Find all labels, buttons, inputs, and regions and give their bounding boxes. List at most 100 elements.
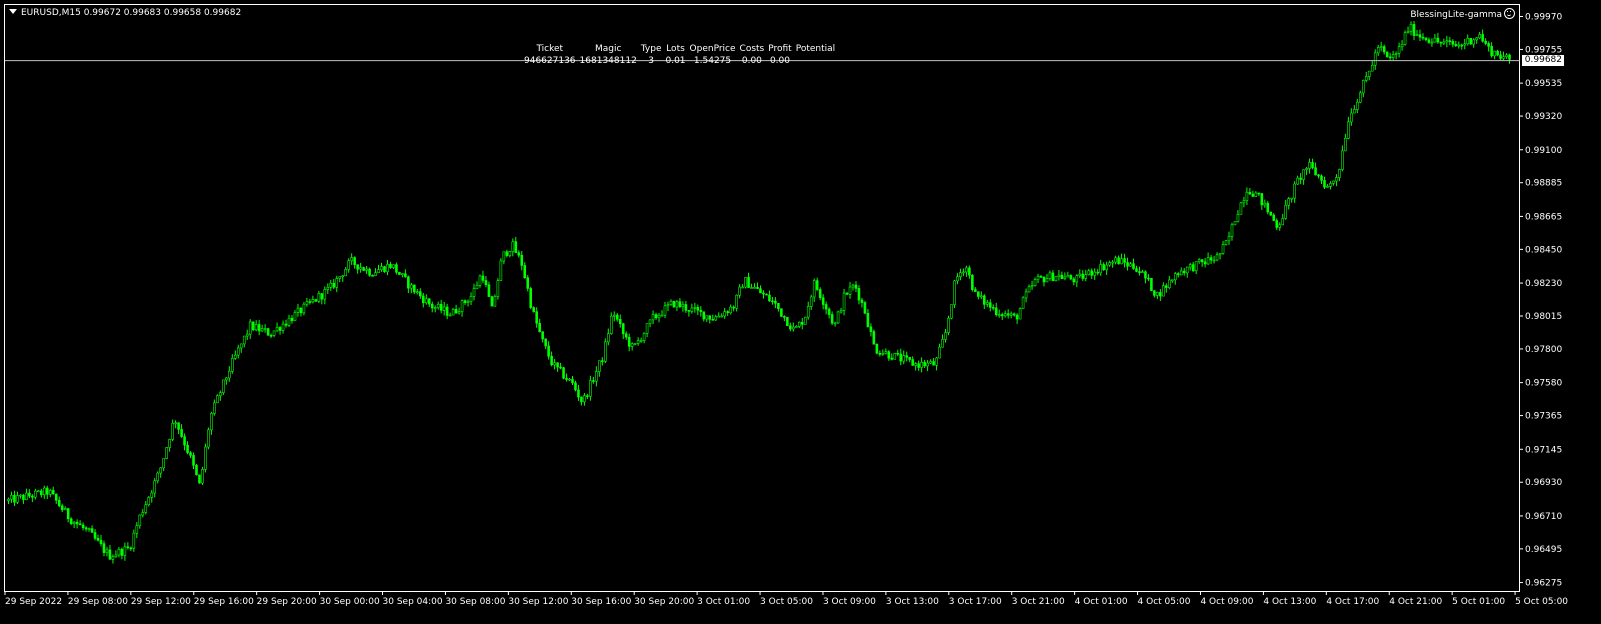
candle (1105, 261, 1108, 275)
candle-body (260, 328, 264, 332)
candle-body (317, 293, 321, 302)
time-tick-label: 3 Oct 09:00 (823, 597, 876, 607)
candle-body (424, 298, 428, 304)
candle (1230, 222, 1234, 241)
candle-body (1054, 276, 1058, 282)
chart-canvas[interactable]: 0.999700.997550.995350.993200.991000.988… (0, 0, 1601, 624)
candle-body (242, 335, 246, 345)
chart-header: EURUSD,M15 0.99672 0.99683 0.99658 0.996… (9, 8, 241, 18)
candle-body (22, 494, 25, 500)
candle-body (1024, 291, 1028, 299)
candle (1472, 38, 1475, 48)
dropdown-triangle-icon[interactable] (9, 9, 17, 14)
candle (762, 290, 765, 299)
candle-body (371, 275, 374, 277)
candle (356, 264, 359, 274)
candle-body (744, 277, 747, 288)
candle-body (830, 314, 834, 324)
candle-body (445, 306, 449, 316)
candle (1466, 34, 1470, 46)
candle-body (284, 323, 288, 326)
candle-body (362, 267, 365, 271)
candle-body (484, 280, 488, 286)
candle (726, 310, 729, 316)
candle (1138, 266, 1141, 276)
candle (1257, 192, 1261, 197)
candle-body (177, 422, 180, 430)
candle (1051, 270, 1055, 282)
candle (1069, 274, 1073, 281)
candle (1418, 29, 1422, 42)
candle-body (1391, 54, 1395, 58)
candle-body (612, 314, 616, 317)
candle-body (1421, 36, 1425, 39)
candle (1305, 166, 1308, 176)
candle-body (753, 287, 756, 289)
candle-body (57, 499, 61, 507)
candle (866, 309, 870, 328)
candle (1391, 50, 1395, 61)
time-tick-label: 29 Sep 16:00 (194, 597, 254, 607)
candle (651, 310, 655, 325)
candle-body (1326, 186, 1329, 188)
candle-body (1290, 197, 1293, 200)
expert-advisor-label[interactable]: BlessingLite-gamma (1410, 8, 1515, 20)
candle (31, 494, 34, 503)
candle (1194, 261, 1198, 275)
candle-body (905, 355, 909, 358)
candle (1111, 259, 1114, 268)
candle (245, 329, 249, 340)
candle-body (1009, 313, 1013, 316)
candle-body (487, 284, 491, 297)
candle (833, 321, 837, 327)
candle-body (1185, 266, 1189, 274)
candle (1033, 277, 1037, 287)
col-lots: Lots (666, 44, 685, 54)
candle-body (290, 317, 294, 322)
candle-body (1376, 47, 1380, 54)
expert-name: BlessingLite-gamma (1410, 10, 1502, 20)
candle (213, 399, 216, 416)
candle (627, 333, 631, 352)
candle-body (1179, 270, 1183, 276)
candle-body (1493, 50, 1496, 57)
candle-body (147, 497, 151, 506)
chart-window[interactable]: 0.99970 0.99755 0.99535 0.99320 0.99100 0.988… (0, 0, 1601, 624)
candle (45, 485, 49, 499)
candle (756, 282, 759, 290)
candle (395, 262, 398, 275)
candle-body (1242, 200, 1246, 204)
candle-body (219, 392, 222, 397)
candle-body (792, 326, 795, 330)
candle (314, 299, 318, 303)
candle (1159, 289, 1162, 301)
cell-costs: 0.00 (741, 56, 762, 66)
candle (1141, 269, 1144, 274)
candle (1445, 35, 1449, 48)
candle-body (1063, 276, 1067, 279)
candle (165, 446, 168, 460)
candle (132, 529, 136, 552)
candle-body (401, 273, 404, 275)
candle-body (305, 301, 309, 305)
candle-body (818, 289, 822, 299)
candle-body (1203, 261, 1207, 265)
candle (1114, 255, 1117, 265)
candle (795, 325, 798, 328)
candle-body (1057, 274, 1061, 277)
candle (917, 360, 920, 371)
candle-body (1344, 137, 1347, 152)
candle (789, 322, 792, 332)
candle (1502, 51, 1505, 61)
candle (290, 315, 294, 324)
candle (174, 420, 177, 429)
candle-body (1424, 37, 1428, 41)
candle (884, 348, 888, 355)
candle-body (878, 352, 882, 355)
candle-body (938, 346, 941, 359)
candle (598, 360, 601, 377)
candle (466, 299, 470, 307)
candle-body (821, 297, 825, 305)
candle (983, 294, 986, 309)
candle (1275, 218, 1279, 231)
